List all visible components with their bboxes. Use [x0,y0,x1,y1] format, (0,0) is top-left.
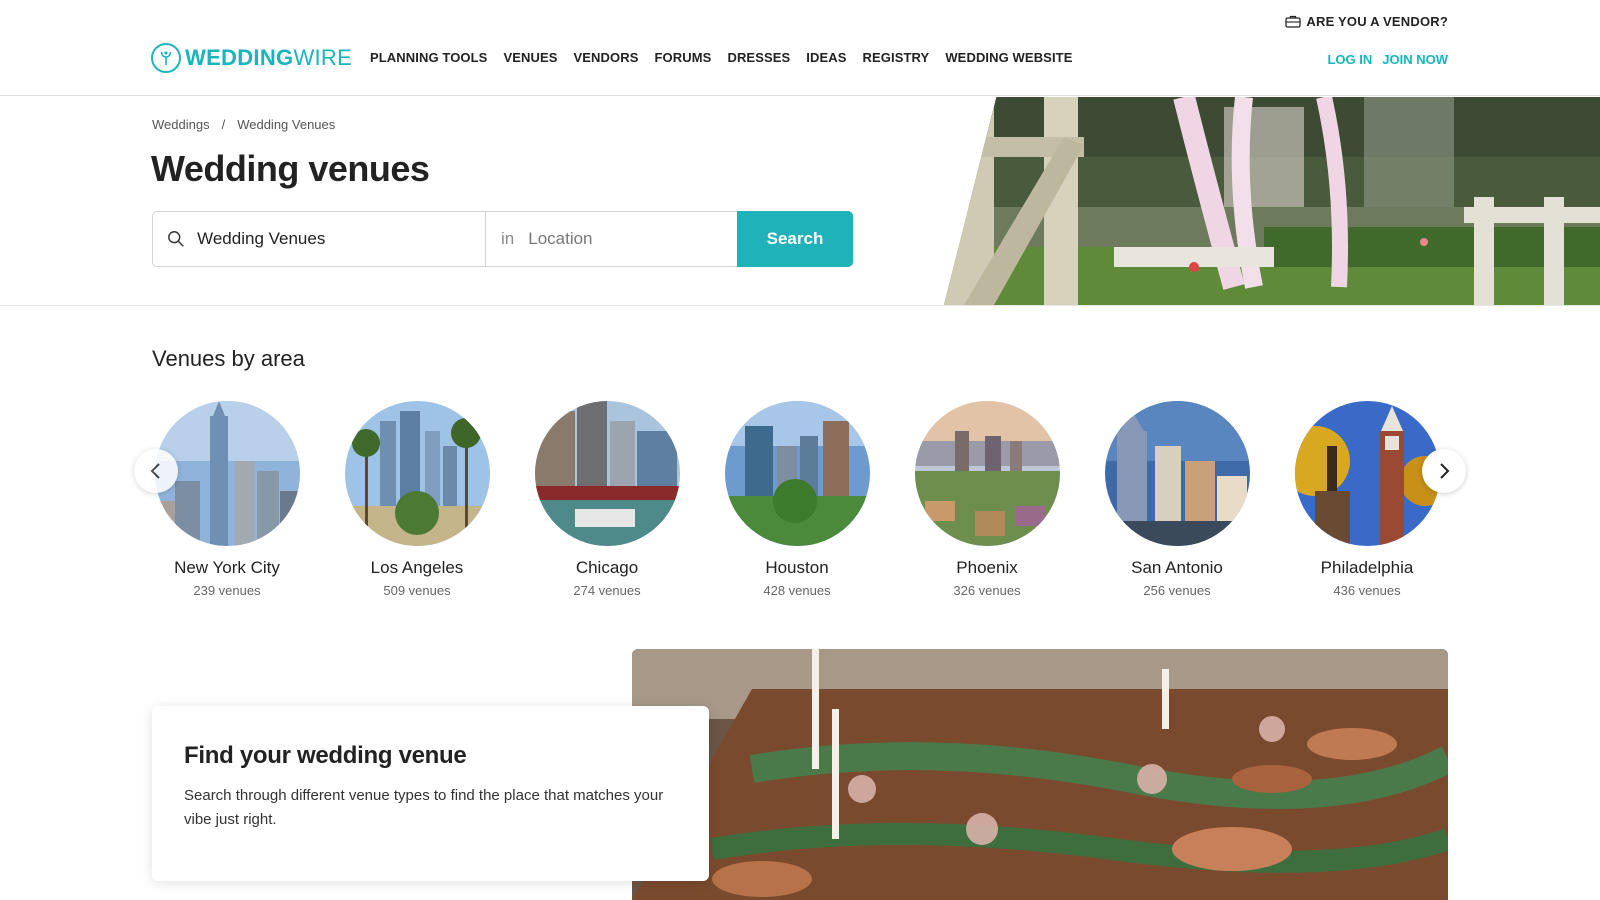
city-name: New York City [174,558,280,577]
city-venue-count: 274 venues [573,583,641,598]
city-name: San Antonio [1131,558,1223,577]
city-image [1294,401,1440,546]
logo[interactable]: WEDDINGWIRE [151,43,352,73]
briefcase-icon [1285,15,1302,28]
nav-wedding-website[interactable]: WEDDING WEBSITE [937,50,1080,65]
city-name: Chicago [575,558,639,577]
location-in-label: in [501,229,515,248]
nav-venues[interactable]: VENUES [495,50,565,65]
city-image [1104,401,1250,546]
nav-registry[interactable]: REGISTRY [855,50,938,65]
find-venue-card: Find your wedding venue Search through d… [152,706,709,881]
search-field [153,212,486,266]
search-bar: in Search [152,211,853,267]
chevron-left-icon [150,463,160,479]
breadcrumb-separator: / [221,117,226,132]
find-venue-title: Find your wedding venue [184,742,467,769]
city-card-san-antonio[interactable]: San Antonio 256 venues [1082,401,1272,598]
logo-icon [151,43,181,73]
logo-text-bold: WEDDING [185,45,294,70]
city-name: Los Angeles [370,558,464,577]
logo-wordmark: WEDDINGWIRE [185,45,352,71]
carousel-prev-button[interactable] [134,449,178,493]
location-input[interactable] [528,229,736,249]
nav-vendors[interactable]: VENDORS [566,50,647,65]
city-venue-count: 239 venues [193,583,261,598]
city-carousel: New York City 239 venues Los Angeles 509… [152,401,1448,606]
page-title: Wedding venues [151,148,430,189]
city-card-philadelphia[interactable]: Philadelphia 436 venues [1272,401,1462,598]
venue-table-image [632,649,1448,900]
city-card-los-angeles[interactable]: Los Angeles 509 venues [322,401,512,598]
location-field: in [486,212,736,266]
city-name: Philadelphia [1320,558,1414,577]
nav-dresses[interactable]: DRESSES [719,50,798,65]
venues-by-area-title: Venues by area [152,346,305,371]
city-venue-count: 509 venues [383,583,451,598]
hero-image [944,97,1600,305]
city-image [534,401,680,546]
carousel-next-button[interactable] [1422,449,1466,493]
nav-forums[interactable]: FORUMS [647,50,720,65]
nav-planning-tools[interactable]: PLANNING TOOLS [370,50,495,65]
city-image [344,401,490,546]
join-link[interactable]: JOIN NOW [1382,52,1448,67]
city-venue-count: 256 venues [1143,583,1211,598]
nav-ideas[interactable]: IDEAS [798,50,854,65]
city-venue-count: 436 venues [1333,583,1401,598]
auth-links: LOG IN JOIN NOW [1327,52,1448,67]
login-link[interactable]: LOG IN [1327,52,1372,67]
city-card-chicago[interactable]: Chicago 274 venues [512,401,702,598]
city-card-houston[interactable]: Houston 428 venues [702,401,892,598]
search-input[interactable] [197,229,485,249]
main-nav: PLANNING TOOLS VENUES VENDORS FORUMS DRE… [370,50,1080,65]
city-image [724,401,870,546]
vendor-link[interactable]: ARE YOU A VENDOR? [1285,14,1448,29]
logo-text-light: WIRE [293,45,353,70]
breadcrumb-current[interactable]: Wedding Venues [237,117,335,132]
chevron-right-icon [1440,463,1450,479]
city-card-phoenix[interactable]: Phoenix 326 venues [892,401,1082,598]
breadcrumb: Weddings / Wedding Venues [152,117,335,132]
vendor-link-label: ARE YOU A VENDOR? [1306,14,1448,29]
search-button[interactable]: Search [737,211,853,267]
site-header: ARE YOU A VENDOR? WEDDINGWIRE PLANNING T… [0,0,1600,96]
hero-section: Weddings / Wedding Venues Wedding venues… [0,96,1600,306]
city-image [914,401,1060,546]
find-venue-description: Search through different venue types to … [184,787,664,828]
search-icon [168,231,184,247]
city-venue-count: 428 venues [763,583,831,598]
city-name: Houston [765,558,829,577]
city-venue-count: 326 venues [953,583,1021,598]
city-card-new-york[interactable]: New York City 239 venues [132,401,322,598]
city-name: Phoenix [956,558,1018,577]
breadcrumb-home[interactable]: Weddings [152,117,210,132]
